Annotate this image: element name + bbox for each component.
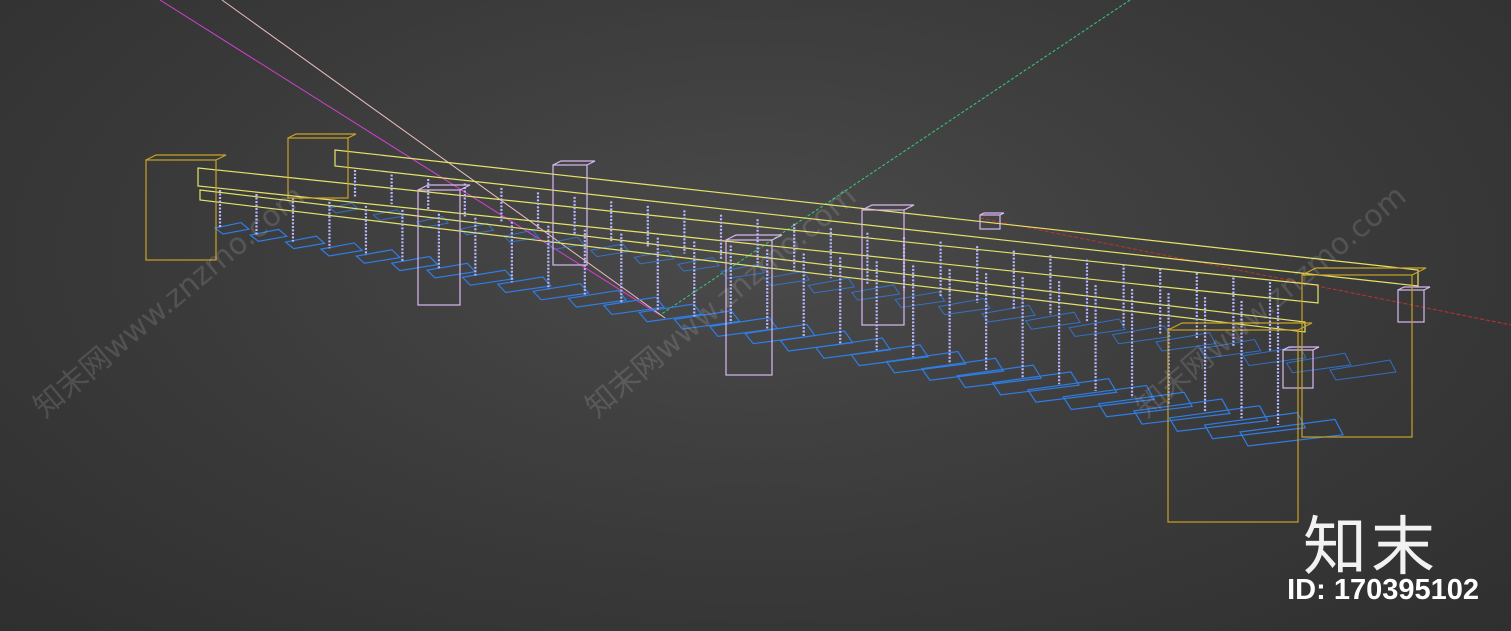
deck-plank xyxy=(355,249,402,264)
deck-plank-back xyxy=(894,291,946,308)
pier-cap xyxy=(1397,289,1425,323)
3d-viewport[interactable] xyxy=(0,0,1511,631)
deck-plank xyxy=(319,242,364,257)
deck-plank-back xyxy=(1242,345,1307,367)
deck-plank xyxy=(1239,418,1344,447)
deck-plank-back xyxy=(807,277,856,294)
deck-plank xyxy=(531,283,590,301)
asset-id-label: ID: 170395102 xyxy=(1287,574,1479,606)
deck-plank xyxy=(991,371,1080,396)
end-post-left-top xyxy=(145,154,227,161)
deck-plank-back xyxy=(937,298,991,316)
deck-plank-back xyxy=(1285,352,1352,374)
deck-plank-back xyxy=(1024,311,1081,330)
end-post-left-back-top xyxy=(287,133,357,139)
deck-plank xyxy=(390,255,439,272)
deck-plank xyxy=(956,364,1043,389)
deck-plank xyxy=(814,337,892,359)
pier-top xyxy=(552,160,596,166)
pier-top xyxy=(417,184,471,191)
deck-plank xyxy=(920,357,1005,381)
pier xyxy=(417,189,461,306)
deck-plank xyxy=(284,235,326,250)
deck-plank xyxy=(567,289,628,308)
deck-plank-back xyxy=(1329,359,1397,381)
